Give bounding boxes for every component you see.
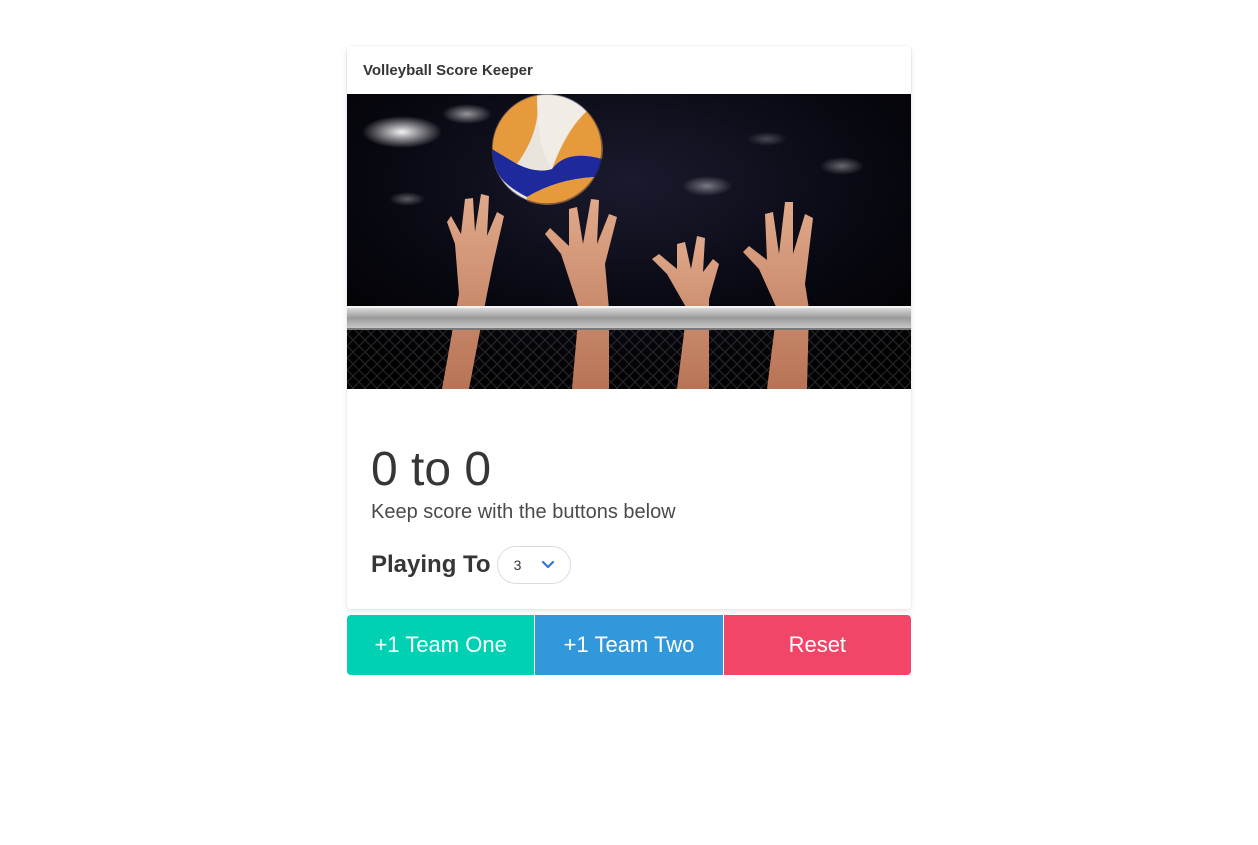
team-one-add-button[interactable]: +1 Team One <box>347 615 535 675</box>
chevron-down-icon <box>541 560 554 569</box>
card-header: Volleyball Score Keeper <box>347 46 911 94</box>
score-subtitle: Keep score with the buttons below <box>371 501 676 523</box>
app-title: Volleyball Score Keeper <box>363 61 533 79</box>
score-display: 0 to 0 <box>371 443 492 496</box>
playing-to-select[interactable]: 3 <box>496 546 571 584</box>
button-footer: +1 Team One +1 Team Two Reset <box>347 615 911 675</box>
score-card: Volleyball Score Keeper 0 to 0 Keep scor… <box>347 46 911 609</box>
playing-to-row: Playing To 3 <box>371 545 887 585</box>
team-two-add-button[interactable]: +1 Team Two <box>535 615 723 675</box>
reset-button[interactable]: Reset <box>723 615 911 675</box>
volleyball-image <box>347 94 911 389</box>
card-content: 0 to 0 Keep score with the buttons below… <box>347 389 911 609</box>
playing-to-value: 3 <box>513 557 522 573</box>
playing-to-label: Playing To <box>371 551 491 578</box>
